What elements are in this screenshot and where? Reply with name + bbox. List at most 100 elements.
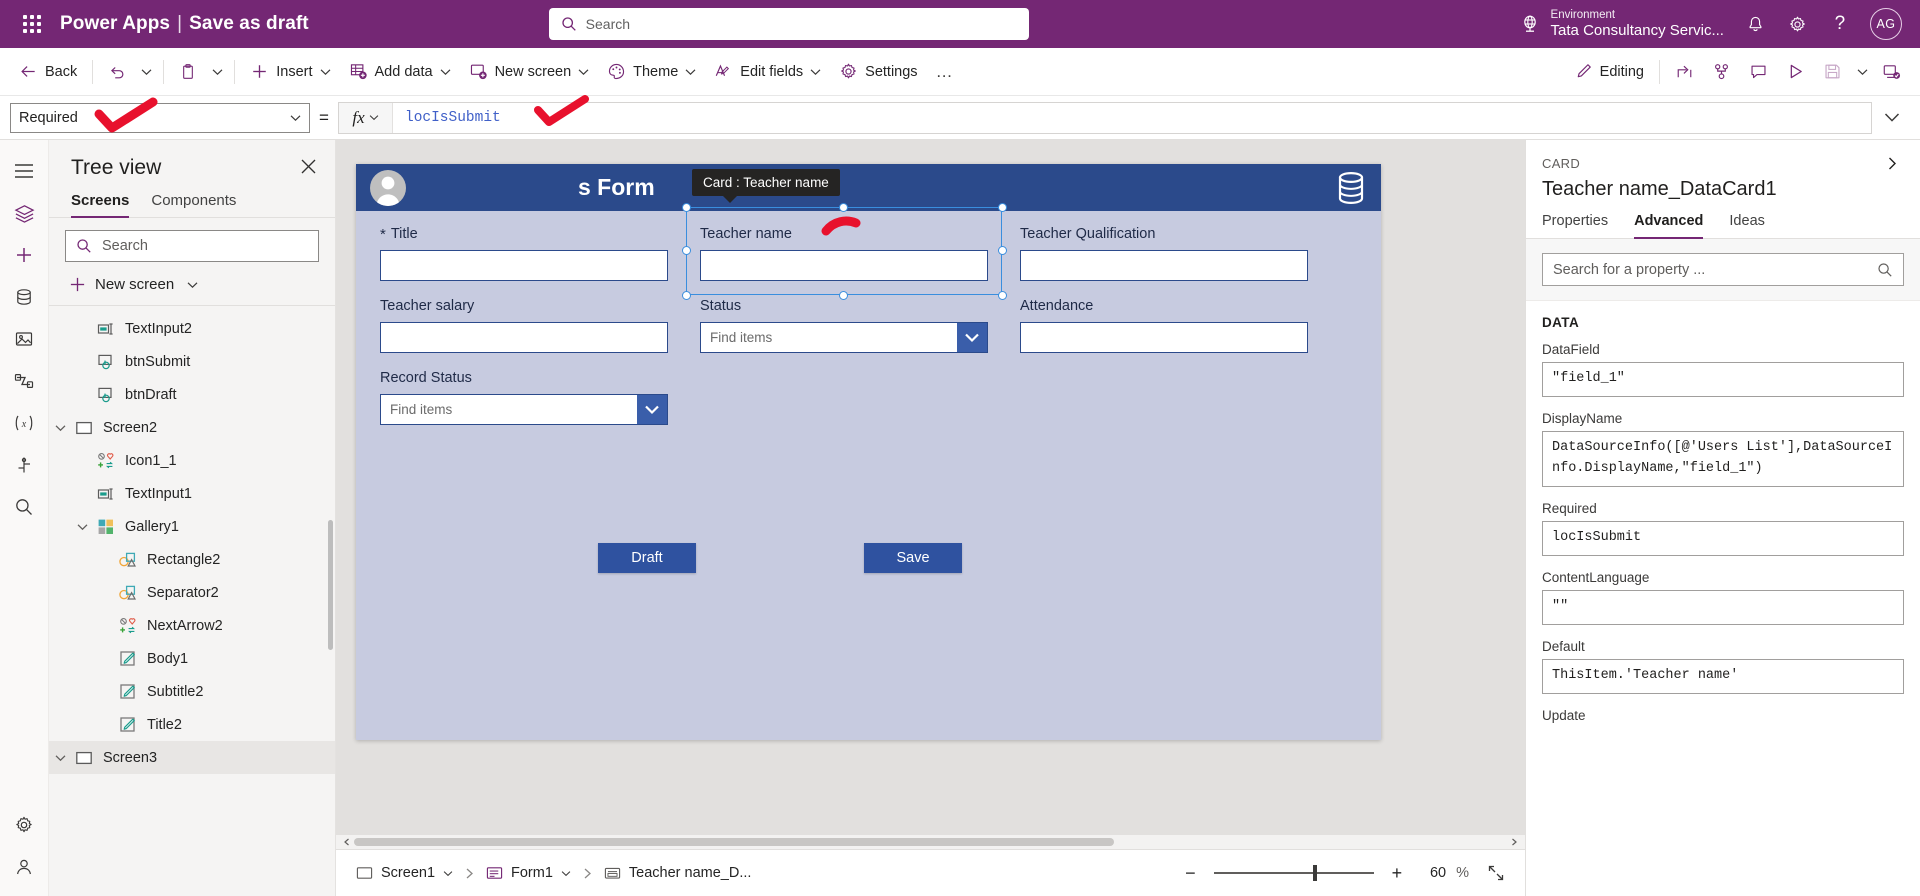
- rail-settings-button[interactable]: [4, 804, 44, 846]
- rail-tree-view-button[interactable]: [4, 192, 44, 234]
- property-value-input[interactable]: "field_1": [1542, 362, 1904, 397]
- input-title[interactable]: [380, 250, 668, 281]
- dropdown-record-status[interactable]: Find items: [380, 394, 668, 425]
- new-screen-button[interactable]: New screen: [460, 56, 599, 87]
- zoom-in-button[interactable]: +: [1384, 858, 1411, 889]
- formula-expand-button[interactable]: [1872, 112, 1912, 123]
- tab-ideas[interactable]: Ideas: [1729, 213, 1764, 238]
- zoom-slider[interactable]: [1213, 865, 1374, 881]
- environment-picker[interactable]: Environment Tata Consultancy Servic...: [1509, 8, 1734, 40]
- tree-scrollbar[interactable]: [328, 520, 333, 650]
- tab-screens[interactable]: Screens: [71, 192, 130, 218]
- property-selector[interactable]: Required: [10, 97, 310, 133]
- rail-powerautomate-button[interactable]: [4, 360, 44, 402]
- scroll-thumb[interactable]: [354, 838, 1114, 846]
- chevron-down-icon[interactable]: [49, 754, 71, 762]
- tree-item-screen3[interactable]: Screen3: [49, 741, 335, 774]
- card-status[interactable]: Status Find items: [700, 297, 988, 353]
- tree-search-input[interactable]: Search: [65, 230, 319, 262]
- property-value-input[interactable]: ThisItem.'Teacher name': [1542, 658, 1904, 694]
- paste-dropdown[interactable]: [206, 62, 228, 82]
- rail-account-button[interactable]: [4, 846, 44, 888]
- rail-menu-button[interactable]: [4, 150, 44, 192]
- paste-button[interactable]: [170, 57, 206, 87]
- rail-search-button[interactable]: [4, 486, 44, 528]
- input-teacher-salary[interactable]: [380, 322, 668, 353]
- undo-button[interactable]: [99, 57, 135, 87]
- tree-item-rectangle2[interactable]: Rectangle2: [49, 543, 335, 576]
- app-canvas[interactable]: s Form * Title Teacher name Card: Teach…: [356, 164, 1381, 740]
- input-attendance[interactable]: [1020, 322, 1308, 353]
- fx-button[interactable]: fx: [339, 102, 393, 133]
- edit-fields-button[interactable]: Edit fields: [705, 56, 830, 87]
- scroll-left-arrow-icon[interactable]: [340, 838, 354, 846]
- scroll-track[interactable]: [354, 838, 1507, 846]
- zoom-out-button[interactable]: −: [1177, 858, 1204, 889]
- chevron-down-icon[interactable]: [957, 323, 987, 352]
- tree-item-btndraft[interactable]: btnDraft: [49, 378, 335, 411]
- rail-insert-button[interactable]: [4, 234, 44, 276]
- help-button[interactable]: ?: [1820, 4, 1860, 44]
- breadcrumb-control[interactable]: Teacher name_D...: [596, 860, 760, 887]
- zoom-slider-thumb[interactable]: [1312, 865, 1317, 881]
- tree-item-textinput2[interactable]: TextInput2: [49, 312, 335, 345]
- settings-button[interactable]: [1778, 4, 1818, 44]
- breadcrumb-screen[interactable]: Screen1: [348, 860, 461, 887]
- save-button[interactable]: Save: [864, 543, 962, 573]
- theme-button[interactable]: Theme: [598, 56, 705, 87]
- publish-button[interactable]: [1873, 56, 1910, 87]
- property-value-input[interactable]: "": [1542, 589, 1904, 625]
- global-search-input[interactable]: Search: [548, 8, 1029, 40]
- tree-item-separator2[interactable]: Separator2: [49, 576, 335, 609]
- settings-command-button[interactable]: Settings: [830, 56, 926, 87]
- breadcrumb-form[interactable]: Form1: [478, 860, 579, 887]
- new-screen-tree-button[interactable]: New screen: [49, 272, 335, 306]
- tree-item-textinput1[interactable]: TextInput1: [49, 477, 335, 510]
- save-dropdown[interactable]: [1851, 62, 1873, 82]
- preview-button[interactable]: [1777, 56, 1814, 87]
- share-button[interactable]: [1666, 56, 1703, 87]
- card-teacher-qualification[interactable]: Teacher Qualification: [1020, 225, 1308, 281]
- rail-tests-button[interactable]: [4, 444, 44, 486]
- card-teacher-salary[interactable]: Teacher salary: [380, 297, 668, 353]
- add-data-button[interactable]: Add data: [340, 56, 460, 87]
- tree-item-icon1_1[interactable]: Icon1_1: [49, 444, 335, 477]
- editing-mode-button[interactable]: Editing: [1565, 56, 1653, 87]
- chevron-down-icon[interactable]: [637, 395, 667, 424]
- insert-button[interactable]: Insert: [241, 56, 339, 87]
- card-title[interactable]: * Title: [380, 225, 668, 281]
- input-teacher-name[interactable]: [700, 250, 988, 281]
- property-value-input[interactable]: DataSourceInfo([@'Users List'],DataSourc…: [1542, 430, 1904, 487]
- checker-button[interactable]: [1703, 56, 1740, 87]
- canvas-horizontal-scrollbar[interactable]: [336, 835, 1525, 849]
- app-launcher-icon[interactable]: [14, 15, 50, 33]
- formula-input[interactable]: locIsSubmit: [393, 94, 1871, 133]
- chevron-right-icon[interactable]: [1881, 154, 1904, 173]
- tree-item-nextarrow2[interactable]: NextArrow2: [49, 609, 335, 642]
- tree-item-title2[interactable]: Title2: [49, 708, 335, 741]
- property-value-input[interactable]: locIsSubmit: [1542, 520, 1904, 556]
- card-record-status[interactable]: Record Status Find items: [380, 369, 668, 425]
- brand-title[interactable]: Power Apps | Save as draft: [60, 13, 309, 35]
- tab-advanced[interactable]: Advanced: [1634, 213, 1704, 239]
- draft-button[interactable]: Draft: [598, 543, 696, 573]
- rail-data-button[interactable]: [4, 276, 44, 318]
- tab-properties[interactable]: Properties: [1542, 213, 1608, 238]
- tree-item-subtitle2[interactable]: Subtitle2: [49, 675, 335, 708]
- rail-media-button[interactable]: [4, 318, 44, 360]
- avatar[interactable]: AG: [1869, 8, 1902, 40]
- back-button[interactable]: Back: [10, 56, 86, 87]
- card-attendance[interactable]: Attendance: [1020, 297, 1308, 353]
- save-icon-button[interactable]: [1814, 56, 1851, 87]
- fit-screen-button[interactable]: [1479, 859, 1513, 887]
- dropdown-status[interactable]: Find items: [700, 322, 988, 353]
- scroll-right-arrow-icon[interactable]: [1507, 838, 1521, 846]
- property-search-input[interactable]: Search for a property ...: [1542, 253, 1904, 286]
- chevron-down-icon[interactable]: [49, 424, 71, 432]
- chevron-down-icon[interactable]: [71, 523, 93, 531]
- undo-dropdown[interactable]: [135, 62, 157, 82]
- input-teacher-qualification[interactable]: [1020, 250, 1308, 281]
- tree-item-screen2[interactable]: Screen2: [49, 411, 335, 444]
- tree-item-gallery1[interactable]: Gallery1: [49, 510, 335, 543]
- close-icon[interactable]: [296, 156, 321, 177]
